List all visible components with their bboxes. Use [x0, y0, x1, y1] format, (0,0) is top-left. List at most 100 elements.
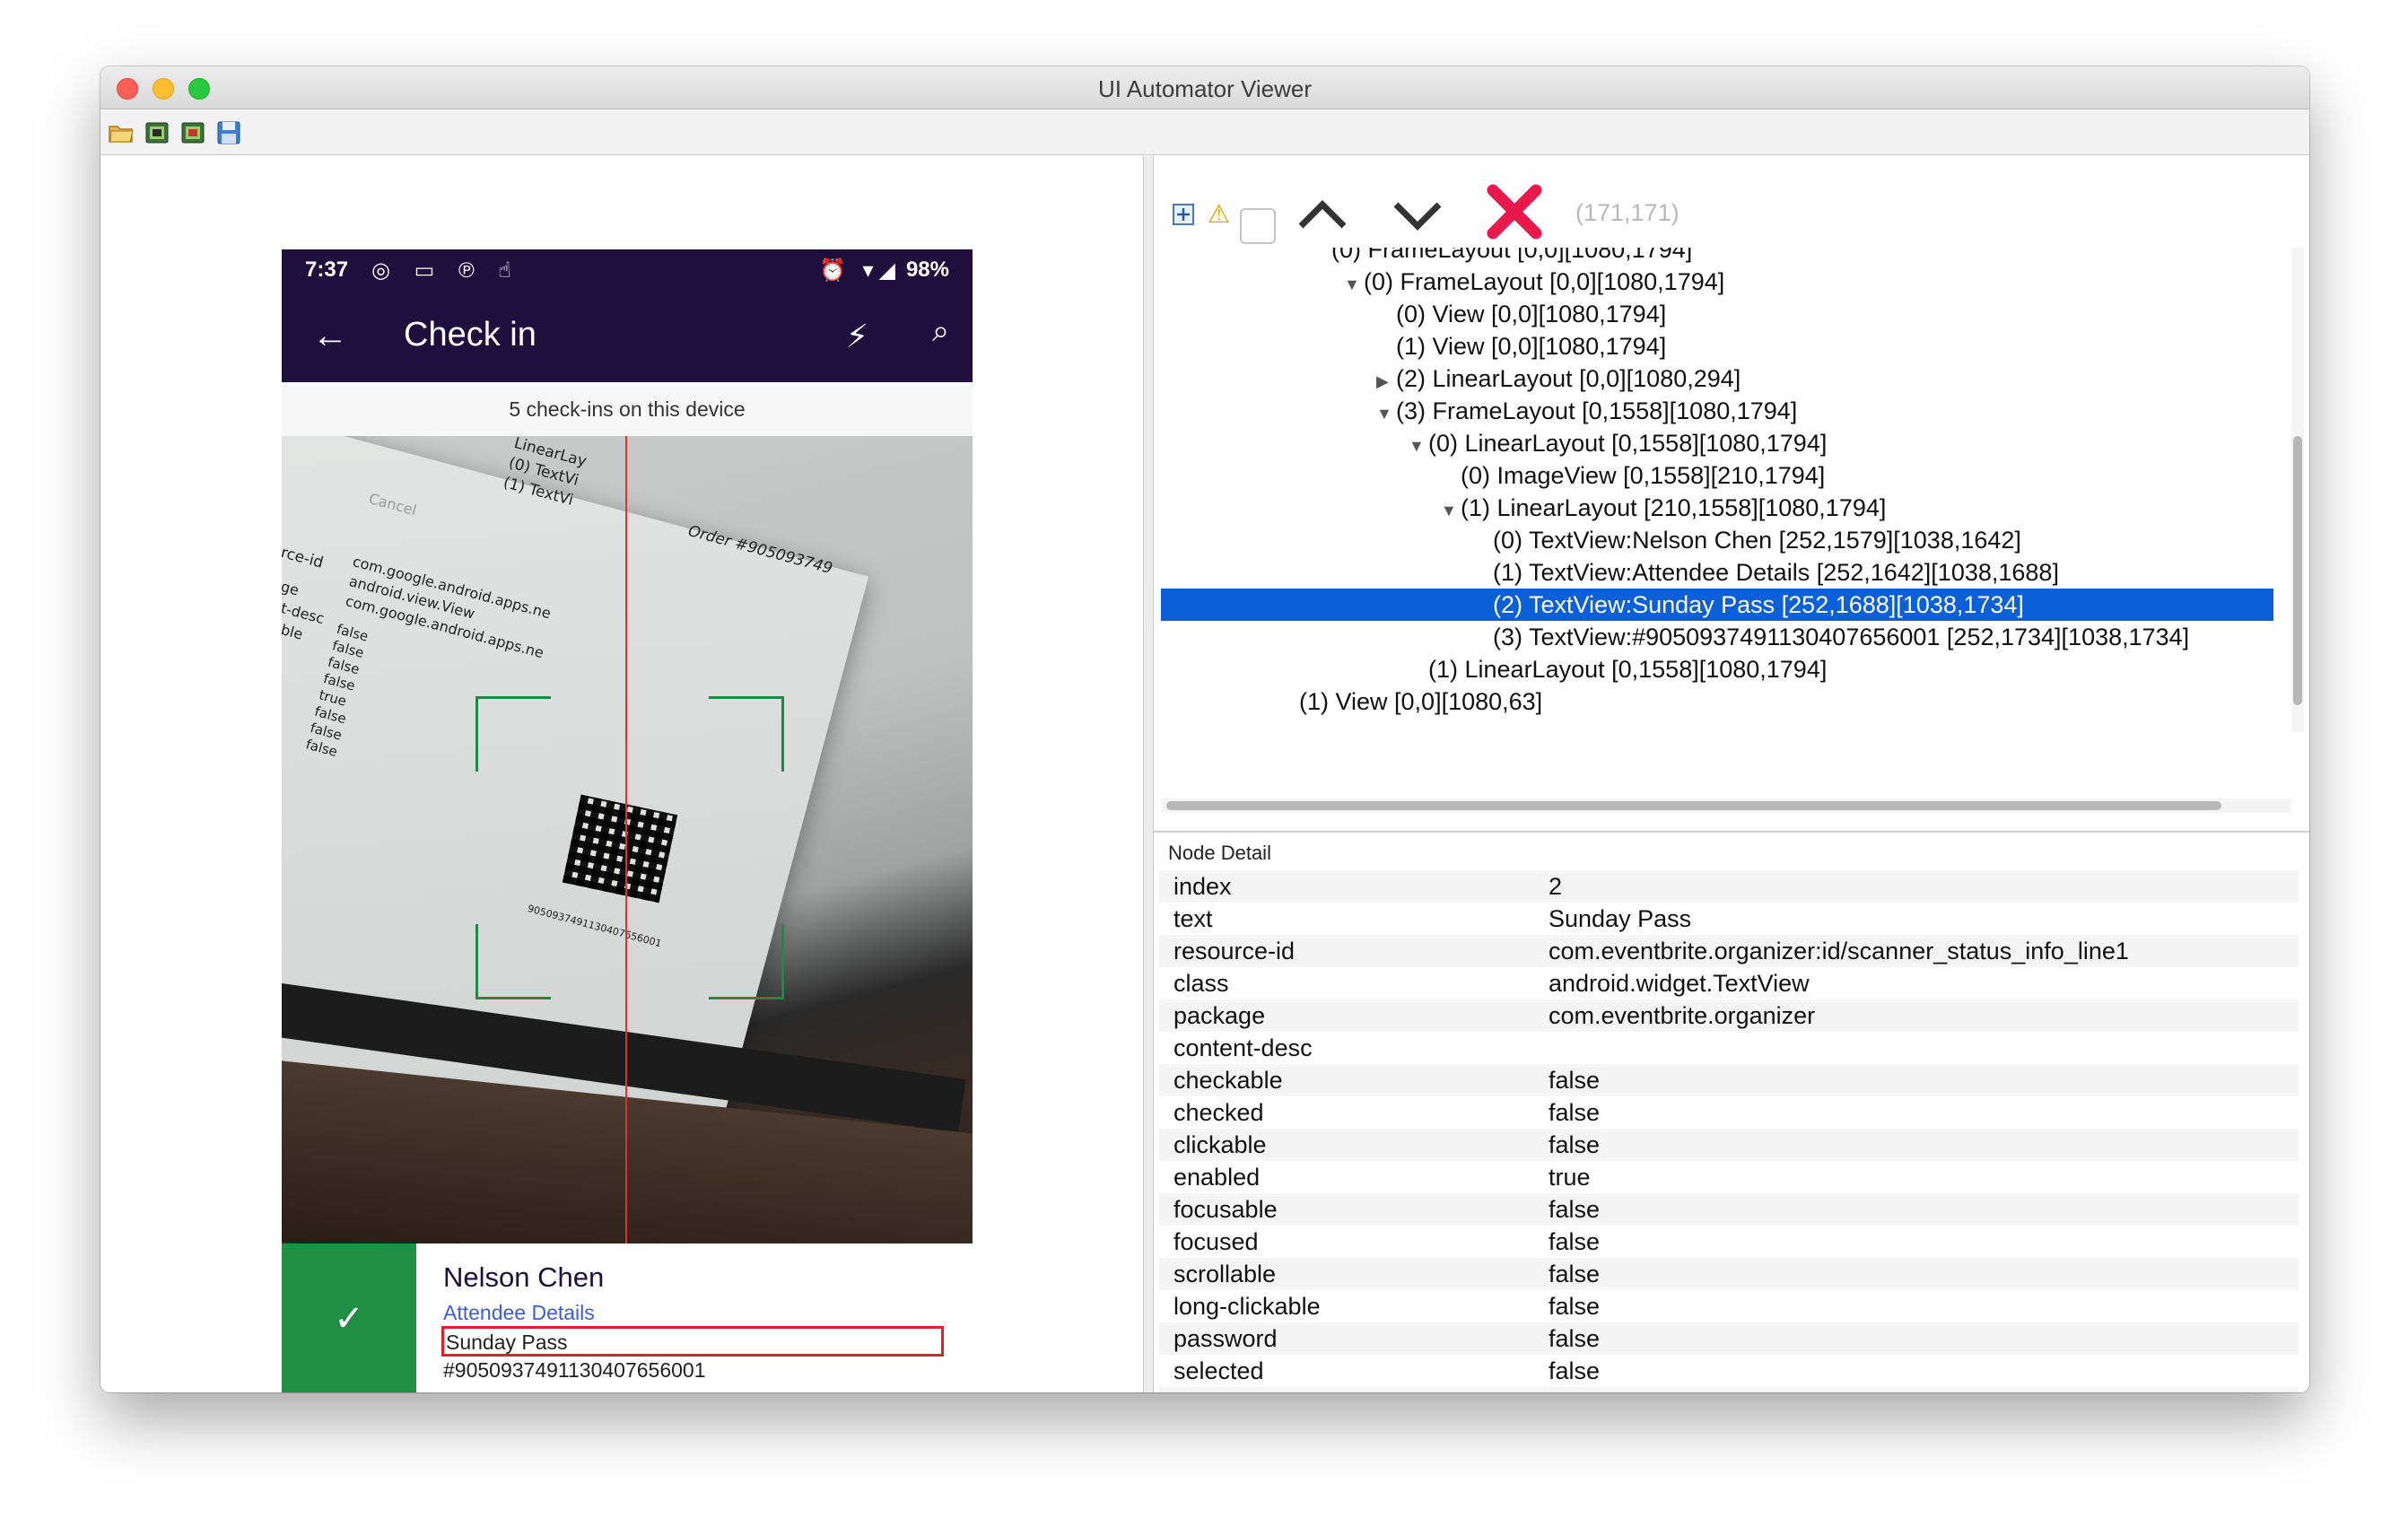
- tree-node[interactable]: (3) TextView:#9050937491130407656001 [25…: [1161, 621, 2273, 653]
- tree-node[interactable]: (1) LinearLayout [0,1558][1080,1794]: [1161, 653, 2273, 685]
- detail-key: long-clickable: [1173, 1293, 1321, 1320]
- scan-frame-corner: [709, 696, 784, 772]
- tree-node-label: (0) LinearLayout [0,1558][1080,1794]: [1428, 430, 1828, 457]
- ticket-type-highlighted[interactable]: Sunday Pass: [441, 1326, 944, 1357]
- detail-value: false: [1549, 1131, 1601, 1158]
- device-screenshot-icon[interactable]: [144, 119, 170, 146]
- detail-value: com.eventbrite.organizer:id/scanner_stat…: [1549, 938, 2129, 964]
- tree-node-selected[interactable]: (2) TextView:Sunday Pass [252,1688][1038…: [1161, 589, 2273, 621]
- expand-all-icon[interactable]: [1172, 203, 1195, 226]
- tree-node[interactable]: (0) ImageView [0,1558][210,1794]: [1161, 459, 2273, 492]
- device-screenshot-compressed-icon[interactable]: [179, 119, 206, 146]
- attendee-name: Nelson Chen: [443, 1261, 605, 1293]
- pane-divider[interactable]: [1154, 831, 2309, 833]
- tree-vertical-scrollbar[interactable]: [2291, 248, 2304, 732]
- pane-splitter[interactable]: [1143, 156, 1154, 1392]
- tree-node[interactable]: ▼ (3) FrameLayout [0,1558][1080,1794]: [1161, 395, 2273, 427]
- collapse-arrow-icon[interactable]: ▼: [1441, 494, 1461, 527]
- detail-key: content-desc: [1173, 1034, 1313, 1061]
- detail-row[interactable]: selected false: [1159, 1355, 2299, 1387]
- attendee-details-link[interactable]: Attendee Details: [443, 1301, 595, 1325]
- chevron-down-icon[interactable]: [1391, 192, 1444, 237]
- attendee-card: ✓ Nelson Chen Attendee Details Sunday Pa…: [282, 1243, 973, 1392]
- title-bar: UI Automator Viewer: [100, 66, 2309, 109]
- tree-node[interactable]: (1) View [0,0][1080,63]: [1161, 685, 2273, 718]
- detail-row[interactable]: checkable false: [1159, 1064, 2299, 1096]
- checkin-count-banner: 5 check-ins on this device: [282, 382, 973, 436]
- detail-key: checkable: [1173, 1067, 1283, 1094]
- tree-node[interactable]: (0) View [0,0][1080,1794]: [1161, 298, 2273, 330]
- detail-value: false: [1549, 1357, 1601, 1384]
- tree-node[interactable]: (1) View [0,0][1080,1794]: [1161, 330, 2273, 362]
- detail-row[interactable]: password false: [1159, 1322, 2299, 1355]
- open-folder-icon[interactable]: [108, 119, 135, 146]
- detail-value: Sunday Pass: [1549, 905, 1692, 932]
- tree-horizontal-scrollbar[interactable]: [1161, 798, 2291, 813]
- warning-icon[interactable]: ⚠: [1208, 199, 1230, 229]
- scrollbar-thumb[interactable]: [2293, 436, 2302, 705]
- tree-node[interactable]: (1) TextView:Attendee Details [252,1642]…: [1161, 556, 2273, 589]
- detail-key: focused: [1173, 1228, 1259, 1255]
- detail-key: package: [1173, 1002, 1266, 1029]
- main-toolbar: [100, 110, 2309, 155]
- detail-row[interactable]: enabled true: [1159, 1161, 2299, 1193]
- order-number: #905093749113040765​6001: [443, 1358, 706, 1382]
- detail-value: [252,1688][1038,1734]: [1549, 1387, 1791, 1392]
- hierarchy-tree[interactable]: (0) FrameLayout [0,0][1080,1794] ▼ (0) Fra…: [1161, 248, 2290, 732]
- scrollbar-thumb[interactable]: [1166, 801, 2221, 810]
- tree-node[interactable]: ▼ (0) LinearLayout [0,1558][1080,1794]: [1161, 427, 2273, 459]
- detail-value: 2: [1549, 873, 1563, 900]
- chevron-up-icon[interactable]: [1296, 192, 1349, 237]
- tree-node[interactable]: (0) TextView:Nelson Chen [252,1579][1038…: [1161, 524, 2273, 556]
- app-window: UI Automator Viewer 7:37 ◎ ▭ ℗ ☝ ⏰ ▾◢ 98…: [100, 66, 2309, 1392]
- detail-row[interactable]: scrollable false: [1159, 1258, 2299, 1290]
- collapse-arrow-icon[interactable]: ▼: [1376, 397, 1396, 430]
- detail-row[interactable]: bounds [252,1688][1038,1734]: [1159, 1387, 2299, 1392]
- tree-node[interactable]: ▶ (2) LinearLayout [0,0][1080,294]: [1161, 362, 2273, 395]
- device-screenshot[interactable]: 7:37 ◎ ▭ ℗ ☝ ⏰ ▾◢ 98% ← Check in ⚡ ⌕ 5 c…: [282, 249, 973, 1392]
- tree-node-label: (1) TextView:Attendee Details [252,1642]…: [1493, 559, 2059, 586]
- toggle-nafs-checkbox[interactable]: [1240, 208, 1276, 244]
- detail-key: selected: [1173, 1357, 1264, 1384]
- search-icon[interactable]: ⌕: [932, 314, 949, 349]
- scan-frame-corner: [709, 924, 784, 999]
- tree-node-label: (0) FrameLayout [0,0][1080,1794]: [1331, 248, 1693, 263]
- detail-row[interactable]: index 2: [1159, 870, 2299, 903]
- detail-row[interactable]: long-clickable false: [1159, 1290, 2299, 1322]
- detail-key: class: [1173, 970, 1229, 997]
- detail-row[interactable]: text Sunday Pass: [1159, 903, 2299, 935]
- detail-value: android.widget.TextView: [1549, 970, 1810, 997]
- detail-value: false: [1549, 1261, 1601, 1287]
- detail-key: checked: [1173, 1099, 1264, 1126]
- detail-row[interactable]: focusable false: [1159, 1193, 2299, 1226]
- detail-row[interactable]: package com.eventbrite.organizer: [1159, 999, 2299, 1032]
- detail-row[interactable]: content-desc: [1159, 1032, 2299, 1064]
- save-icon[interactable]: [215, 119, 242, 146]
- tree-node-label: (0) View [0,0][1080,1794]: [1396, 301, 1667, 327]
- tree-node-label: (2) TextView:Sunday Pass [252,1688][1038…: [1493, 591, 2024, 618]
- tree-node[interactable]: ▼ (0) FrameLayout [0,0][1080,1794]: [1161, 266, 2273, 298]
- tree-node-label: (3) TextView:#9050937491130407656001 [25…: [1493, 624, 2190, 650]
- status-bar: 7:37 ◎ ▭ ℗ ☝ ⏰ ▾◢ 98%: [282, 249, 973, 291]
- detail-row[interactable]: focused false: [1159, 1226, 2299, 1258]
- collapse-arrow-icon[interactable]: ▼: [1409, 430, 1428, 462]
- node-detail-table: index 2 text Sunday Pass resource-id com.even…: [1159, 870, 2299, 1392]
- battery-level: 98%: [905, 257, 949, 282]
- detail-key: clickable: [1173, 1131, 1267, 1158]
- detail-row[interactable]: resource-id com.eventbrite.organizer:id/s…: [1159, 935, 2299, 967]
- status-system-icons: ⏰ ▾◢: [818, 258, 901, 283]
- back-arrow-icon[interactable]: ←: [312, 316, 348, 356]
- delete-x-icon[interactable]: [1486, 183, 1543, 240]
- tree-node[interactable]: ▼ (1) LinearLayout [210,1558][1080,1794]: [1161, 492, 2273, 524]
- detail-row[interactable]: checked false: [1159, 1096, 2299, 1129]
- detail-value: true: [1549, 1164, 1591, 1191]
- tree-node[interactable]: (0) FrameLayout [0,0][1080,1794]: [1161, 248, 2273, 266]
- detail-row[interactable]: class android.widget.TextView: [1159, 967, 2299, 999]
- collapse-arrow-icon[interactable]: ▼: [1344, 268, 1364, 301]
- detail-row[interactable]: clickable false: [1159, 1129, 2299, 1161]
- status-time: 7:37: [305, 257, 349, 282]
- detail-value: false: [1549, 1325, 1601, 1352]
- expand-arrow-icon[interactable]: ▶: [1376, 365, 1396, 397]
- flash-off-icon[interactable]: ⚡: [846, 318, 868, 355]
- tree-node-label: (3) FrameLayout [0,1558][1080,1794]: [1396, 397, 1798, 424]
